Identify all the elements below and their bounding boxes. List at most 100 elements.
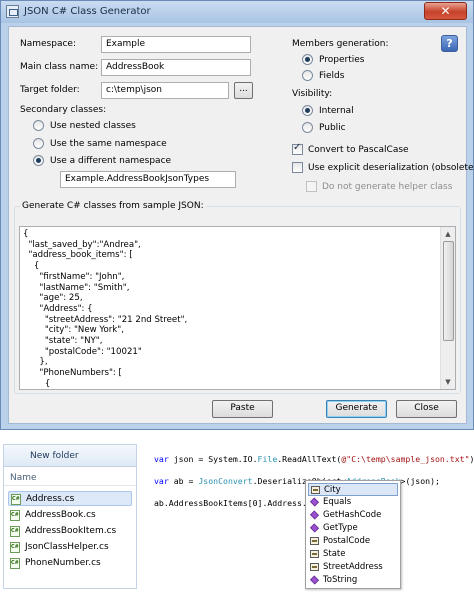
explorer-toolbar: New folder (4, 445, 136, 467)
namespace-label: Namespace: (20, 39, 76, 49)
radio-public-label: Public (319, 123, 346, 133)
code-string: @"C:\temp\sample_json.txt" (341, 454, 470, 464)
file-row[interactable]: AddressBookItem.cs (8, 524, 132, 539)
main-class-label: Main class name: (20, 62, 99, 72)
method-icon (309, 523, 320, 533)
code-type: JsonConvert (198, 476, 253, 486)
csharp-file-icon (11, 494, 21, 505)
file-row[interactable]: PhoneNumber.cs (8, 556, 132, 571)
code-text: ab = (168, 476, 199, 486)
radio-fields[interactable] (302, 70, 313, 81)
new-folder-button[interactable]: New folder (30, 451, 79, 461)
paste-button[interactable]: Paste (212, 400, 273, 418)
radio-nested-classes-label: Use nested classes (50, 121, 136, 131)
namespace-input[interactable]: Example (101, 36, 251, 53)
json-scrollbar[interactable]: ▲ ▼ (440, 227, 455, 389)
completion-item[interactable]: GetHashCode (308, 509, 398, 522)
completion-label: PostalCode (323, 536, 371, 546)
radio-same-namespace[interactable] (33, 138, 44, 149)
explicit-deserialization-label: Use explicit deserialization (obsolete) (308, 163, 474, 173)
window-close-button[interactable]: ✕ (424, 2, 467, 20)
column-header-name-label: Name (10, 473, 37, 483)
no-helper-class-checkbox[interactable] (306, 181, 317, 192)
csharp-file-icon (10, 510, 20, 521)
file-row[interactable]: Address.cs (8, 491, 132, 506)
file-name: JsonClassHelper.cs (25, 542, 109, 552)
code-keyword: var (154, 454, 169, 464)
app-icon (6, 5, 19, 18)
csharp-file-icon (10, 526, 20, 537)
completion-label: GetHashCode (323, 510, 382, 520)
browse-button[interactable]: ... (234, 82, 253, 99)
code-text: json = System.IO. (168, 454, 258, 464)
help-button[interactable]: ? (441, 35, 458, 52)
scroll-down-icon[interactable]: ▼ (442, 376, 454, 388)
code-text: ); (469, 454, 474, 464)
members-generation-label: Members generation: (292, 39, 389, 49)
generator-window: JSON C# Class Generator ✕ Namespace: Exa… (0, 0, 474, 430)
file-name: Address.cs (26, 494, 75, 504)
radio-fields-label: Fields (319, 71, 345, 81)
json-textarea[interactable]: { "last_saved_by":"Andrea", "address_boo… (19, 226, 456, 390)
title-bar[interactable]: JSON C# Class Generator ✕ (1, 1, 473, 23)
radio-properties-label: Properties (319, 55, 365, 65)
json-group-title: Generate C# classes from sample JSON: (20, 201, 206, 211)
window-client-area: Namespace: Example Main class name: Addr… (8, 26, 474, 424)
radio-nested-classes[interactable] (33, 120, 44, 131)
secondary-namespace-input[interactable]: Example.AddressBookJsonTypes (60, 171, 236, 188)
code-type: File (257, 454, 278, 464)
target-folder-input[interactable]: c:\temp\json (101, 82, 229, 99)
close-button[interactable]: Close (396, 400, 457, 418)
code-keyword: var (154, 476, 169, 486)
completion-label: City (324, 485, 341, 495)
completion-item[interactable]: StreetAddress (308, 561, 398, 574)
main-class-input[interactable]: AddressBook (101, 59, 251, 76)
pascal-case-checkbox[interactable] (292, 142, 303, 155)
scroll-up-icon[interactable]: ▲ (442, 228, 454, 240)
intellisense-popup: City Equals GetHashCode GetType PostalCo… (305, 480, 401, 589)
radio-public[interactable] (302, 122, 313, 133)
json-text: { "last_saved_by":"Andrea", "address_boo… (23, 229, 188, 389)
target-folder-label: Target folder: (20, 85, 80, 95)
pascal-case-label: Convert to PascalCase (308, 145, 409, 155)
file-name: AddressBookItem.cs (25, 526, 117, 536)
completion-item[interactable]: Equals (308, 496, 398, 509)
column-header-name[interactable]: Name (4, 468, 136, 486)
explicit-deserialization-checkbox[interactable] (292, 162, 303, 173)
completion-item[interactable]: GetType (308, 522, 398, 535)
csharp-file-icon (10, 558, 20, 569)
file-explorer-pane: New folder Name Address.cs AddressBook.c… (3, 444, 137, 589)
completion-label: ToString (323, 575, 358, 585)
completion-item[interactable]: ToString (308, 574, 398, 587)
file-row[interactable]: JsonClassHelper.cs (8, 540, 132, 555)
property-icon (311, 486, 320, 494)
completion-label: StreetAddress (323, 562, 383, 572)
completion-item[interactable]: PostalCode (308, 535, 398, 548)
property-icon (310, 550, 319, 558)
radio-properties[interactable] (302, 54, 313, 65)
scroll-thumb[interactable] (443, 241, 454, 341)
code-line-1: var json = System.IO.File.ReadAllText(@"… (154, 454, 474, 465)
visibility-label: Visibility: (292, 89, 333, 99)
generate-button[interactable]: Generate (326, 400, 387, 418)
file-name: AddressBook.cs (25, 510, 96, 520)
code-text: .ReadAllText( (277, 454, 342, 464)
completion-label: GetType (323, 523, 358, 533)
method-icon (309, 575, 320, 585)
method-icon (309, 497, 320, 507)
completion-item[interactable]: City (308, 483, 398, 496)
property-icon (310, 537, 319, 545)
file-name: PhoneNumber.cs (25, 558, 101, 568)
radio-internal-label: Internal (319, 106, 354, 116)
completion-item[interactable]: State (308, 548, 398, 561)
code-text: >(json); (400, 476, 440, 486)
radio-same-namespace-label: Use the same namespace (50, 139, 167, 149)
radio-internal[interactable] (302, 105, 313, 116)
window-title: JSON C# Class Generator (24, 6, 151, 17)
property-icon (310, 563, 319, 571)
file-row[interactable]: AddressBook.cs (8, 508, 132, 523)
radio-different-namespace-label: Use a different namespace (50, 156, 172, 166)
no-helper-class-label: Do not generate helper class (322, 182, 453, 192)
radio-different-namespace[interactable] (33, 155, 44, 166)
completion-label: State (323, 549, 346, 559)
